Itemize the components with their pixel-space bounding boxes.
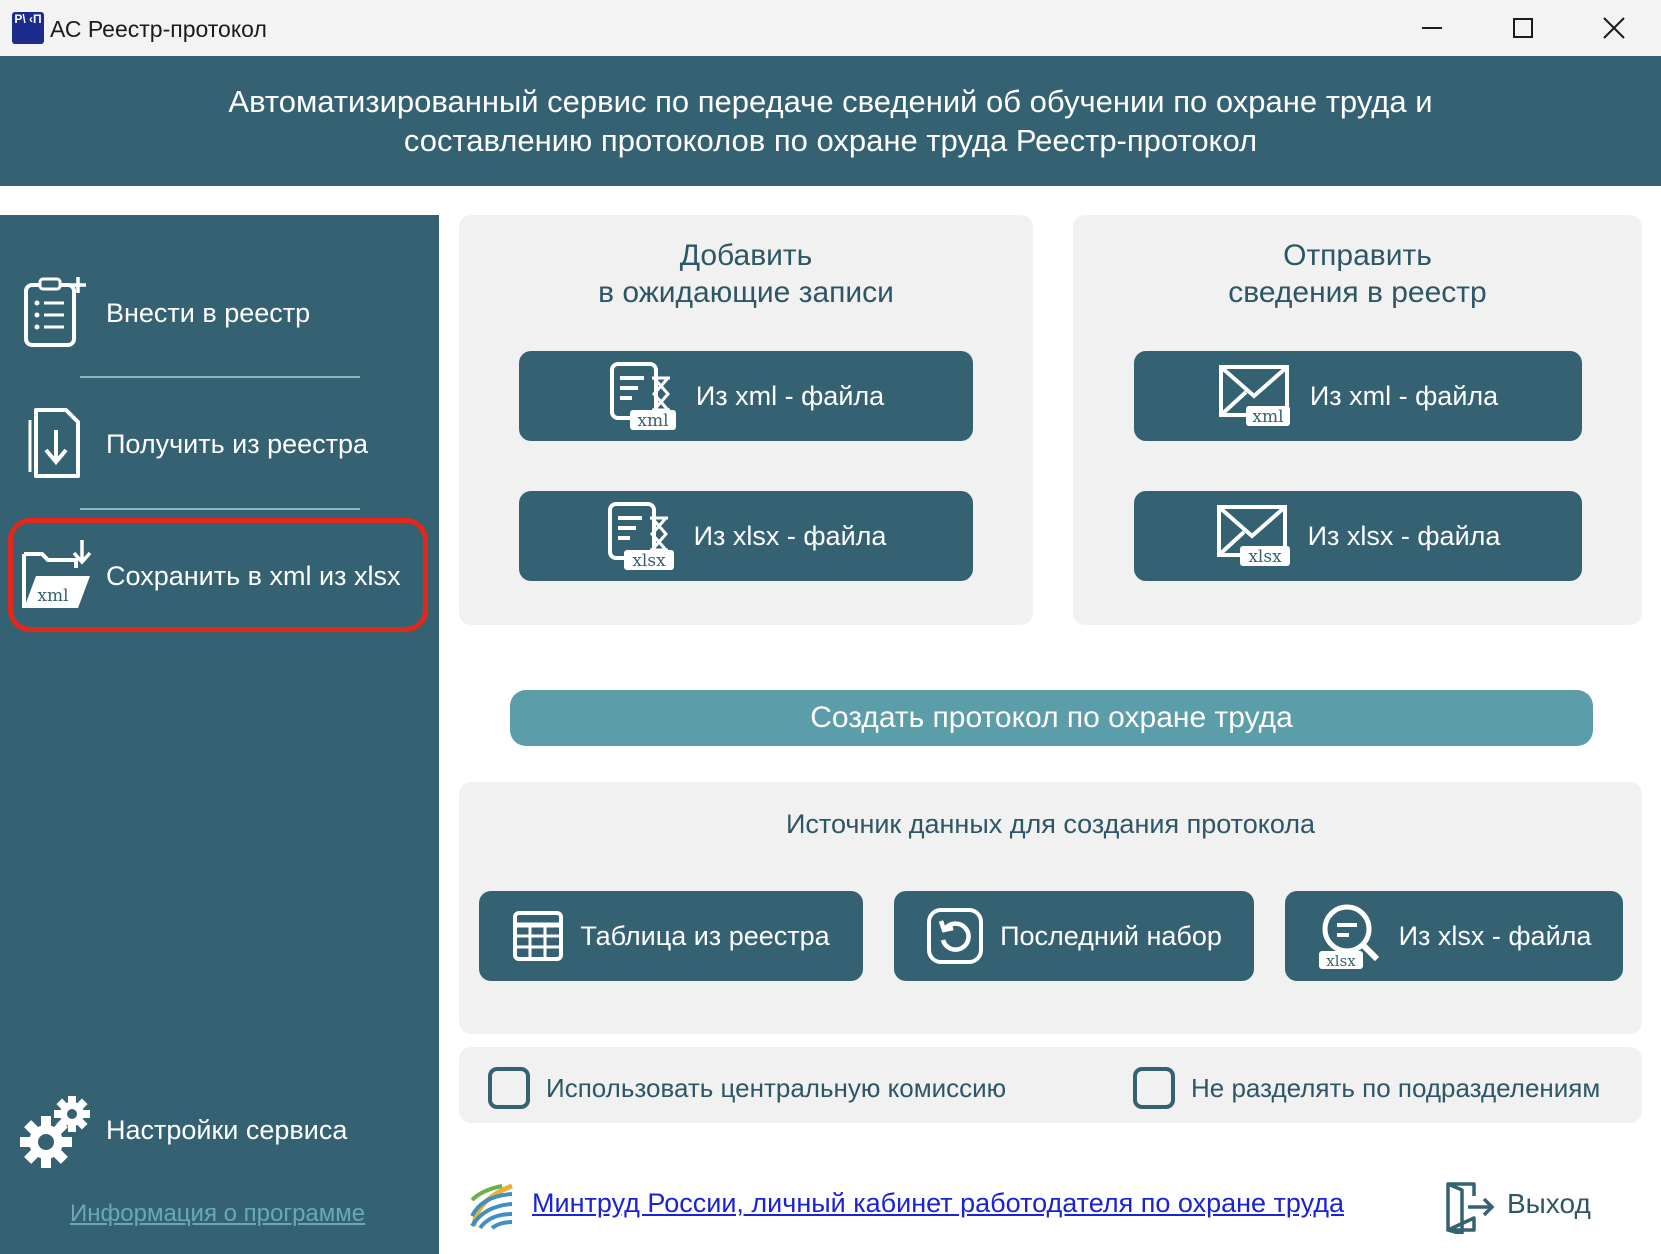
no-split-label: Не разделять по подразделениям — [1191, 1072, 1601, 1103]
table-icon — [513, 911, 564, 961]
sidebar-item-label: Внести в реестр — [106, 297, 311, 328]
history-icon — [927, 908, 984, 964]
exit-door-icon — [1446, 1182, 1495, 1234]
envelope-xml-icon: xml — [1218, 365, 1290, 427]
envelope-xlsx-icon: xlsx — [1216, 505, 1290, 567]
document-download-icon — [28, 408, 80, 478]
button-label: Из xlsx - файла — [1307, 520, 1501, 551]
sidebar-item-label: Получить из реестра — [106, 428, 369, 459]
add-panel-title-line-2: в ожидающие записи — [598, 276, 894, 309]
send-from-xlsx-button[interactable]: xlsx Из xlsx - файла — [1134, 491, 1582, 581]
xml-tag: xml — [637, 411, 668, 431]
mintrud-link[interactable]: Минтруд России, личный кабинет работодат… — [532, 1188, 1344, 1219]
close-button[interactable] — [1569, 0, 1659, 56]
header-banner: Автоматизированный сервис по передаче св… — [0, 56, 1661, 186]
sidebar-item-add-to-registry[interactable]: Внести в реестр — [0, 263, 439, 363]
send-panel-title-line-2: сведения в реестр — [1228, 276, 1487, 309]
button-label: Из xlsx - файла — [1398, 920, 1592, 951]
banner-line-1: Автоматизированный сервис по передаче св… — [228, 84, 1433, 119]
minimize-button[interactable] — [1387, 0, 1477, 56]
exit-label[interactable]: Выход — [1507, 1188, 1591, 1220]
last-set-button[interactable]: Последний набор — [894, 891, 1254, 981]
minimize-icon — [1422, 27, 1442, 29]
sidebar-item-settings[interactable]: Настройки сервиса — [0, 1080, 439, 1180]
clipboard-add-icon — [24, 277, 86, 347]
button-label: Из xml - файла — [1309, 380, 1499, 411]
document-hourglass-xlsx-icon: xlsx — [607, 502, 674, 571]
source-from-xlsx-button[interactable]: xlsx Из xlsx - файла — [1285, 891, 1623, 981]
sidebar-item-get-from-registry[interactable]: Получить из реестра — [0, 394, 439, 494]
close-icon — [1603, 17, 1625, 39]
sidebar-divider — [80, 376, 360, 378]
button-label: Из xlsx - файла — [693, 520, 887, 551]
table-from-registry-button[interactable]: Таблица из реестра — [479, 891, 863, 981]
window-title: АС Реестр-протокол — [50, 16, 267, 42]
add-from-xml-button[interactable]: xml Из xml - файла — [519, 351, 973, 441]
document-hourglass-xml-icon: xml — [609, 362, 676, 431]
no-split-checkbox[interactable] — [1133, 1067, 1175, 1109]
create-protocol-button[interactable]: Создать протокол по охране труда — [510, 690, 1593, 746]
xlsx-tag: xlsx — [632, 551, 666, 571]
central-commission-option[interactable]: Использовать центральную комиссию — [488, 1067, 1006, 1109]
button-label: Из xml - файла — [695, 380, 885, 411]
send-panel-title-line-1: Отправить — [1283, 239, 1432, 272]
xlsx-tag: xlsx — [1248, 547, 1282, 567]
central-commission-label: Использовать центральную комиссию — [546, 1072, 1007, 1103]
add-panel-title-line-1: Добавить — [679, 239, 813, 272]
maximize-icon — [1513, 18, 1533, 38]
mintrud-logo-icon — [470, 1183, 513, 1230]
app-icon-text: Р\ ‹П — [14, 12, 42, 26]
add-from-xlsx-button[interactable]: xlsx Из xlsx - файла — [519, 491, 973, 581]
app-icon: Р\ ‹П — [12, 12, 44, 44]
button-label: Таблица из реестра — [580, 920, 830, 951]
sidebar-item-label: Настройки сервиса — [106, 1114, 348, 1145]
no-split-option[interactable]: Не разделять по подразделениям — [1133, 1067, 1600, 1109]
xlsx-tag: xlsx — [1326, 952, 1356, 970]
maximize-button[interactable] — [1478, 0, 1568, 56]
sidebar-divider — [80, 508, 360, 510]
source-panel-title: Источник данных для создания протокола — [785, 809, 1316, 839]
gear-icon — [20, 1096, 90, 1168]
about-link[interactable]: Информация о программе — [70, 1200, 365, 1228]
xml-tag: xml — [1252, 407, 1283, 427]
search-xlsx-icon: xlsx — [1318, 904, 1379, 970]
send-from-xml-button[interactable]: xml Из xml - файла — [1134, 351, 1582, 441]
central-commission-checkbox[interactable] — [488, 1067, 530, 1109]
banner-line-2: составлению протоколов по охране труда Р… — [403, 123, 1258, 158]
button-label: Последний набор — [1000, 920, 1222, 951]
selection-highlight — [8, 518, 428, 632]
